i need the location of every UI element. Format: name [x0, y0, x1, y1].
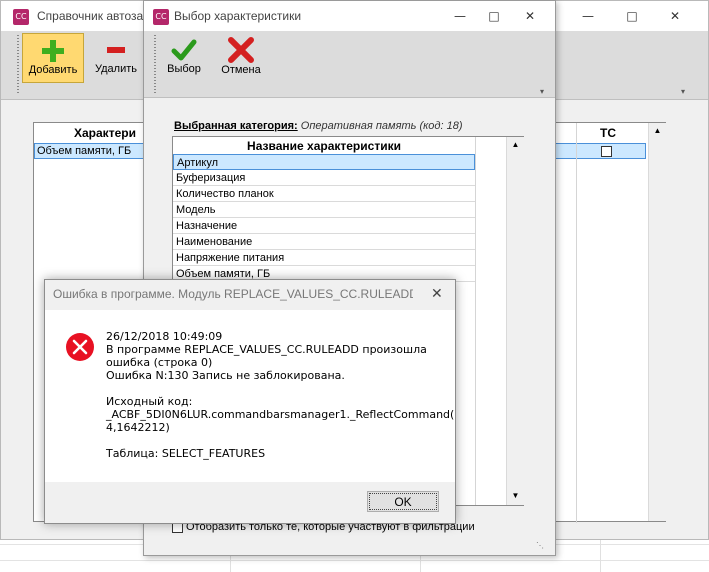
grid-column-divider	[475, 137, 476, 505]
dialog-title-bar: CC Выбор характеристики — □ ✕	[144, 1, 555, 31]
dialog-toolbar-overflow-icon[interactable]: ▾	[540, 87, 544, 96]
error-message-line: 26/12/2018 10:49:09	[106, 330, 223, 343]
error-message-line	[106, 434, 454, 447]
main-window-title: Справочник автоза	[37, 9, 144, 23]
error-message-line: В программе REPLACE_VALUES_CC.RULEADD пр…	[106, 343, 427, 356]
error-message-line: Исходный код:	[106, 395, 193, 408]
dialog-title: Выбор характеристики	[174, 9, 302, 23]
error-close-button[interactable]: ✕	[431, 285, 443, 302]
selected-category: Выбранная категория: Оперативная память …	[174, 120, 463, 132]
characteristic-row[interactable]: Артикул	[173, 154, 475, 170]
error-message-line: 4,1642212)	[106, 421, 170, 434]
minimize-button[interactable]: —	[574, 5, 602, 27]
error-title: Ошибка в программе. Модуль REPLACE_VALUE…	[53, 287, 413, 301]
add-button-label: Добавить	[28, 64, 78, 76]
grid-vertical-scrollbar[interactable]: ▲	[648, 123, 666, 521]
checkmark-icon	[171, 39, 197, 61]
dialog-close-button[interactable]: ✕	[516, 5, 544, 27]
characteristic-row[interactable]: Модель	[173, 202, 475, 218]
error-dialog: Ошибка в программе. Модуль REPLACE_VALUE…	[44, 279, 456, 524]
dialog-minimize-button[interactable]: —	[446, 5, 474, 27]
grid-header-characteristic: Характери	[74, 126, 136, 140]
toolbar-overflow-icon[interactable]: ▾	[681, 87, 685, 96]
grid-ts-checkbox[interactable]	[601, 146, 612, 157]
characteristic-row[interactable]: Назначение	[173, 218, 475, 234]
delete-button[interactable]: Удалить	[89, 33, 143, 83]
characteristic-row[interactable]: Напряжение питания	[173, 250, 475, 266]
dialog-toolbar: Выбор Отмена ▾	[144, 31, 555, 98]
delete-button-label: Удалить	[95, 63, 137, 75]
maximize-button[interactable]: □	[618, 5, 646, 27]
close-button[interactable]: ✕	[661, 5, 689, 27]
scroll-up-icon[interactable]: ▲	[649, 126, 666, 135]
scroll-down-icon[interactable]: ▼	[507, 491, 524, 500]
toolbar-grip[interactable]	[17, 35, 19, 95]
characteristic-row[interactable]: Наименование	[173, 234, 475, 250]
dialog-maximize-button[interactable]: □	[480, 5, 508, 27]
characteristic-row[interactable]: Буферизация	[173, 170, 475, 186]
category-label: Выбранная категория:	[174, 120, 298, 132]
characteristic-row[interactable]: Количество планок	[173, 186, 475, 202]
error-message-line: _ACBF_5DI0N6LUR.commandbarsmanager1._Ref…	[106, 408, 455, 421]
error-body: 26/12/2018 10:49:09 В программе REPLACE_V…	[45, 310, 455, 482]
select-button[interactable]: Выбор	[160, 33, 208, 83]
x-icon	[228, 37, 254, 63]
app-icon: CC	[13, 9, 29, 25]
error-icon	[66, 333, 94, 361]
plus-icon	[42, 40, 64, 62]
cancel-button[interactable]: Отмена	[214, 33, 268, 83]
characteristics-scrollbar[interactable]: ▲ ▼	[506, 137, 524, 505]
select-button-label: Выбор	[167, 63, 201, 75]
ok-button[interactable]: OK	[367, 491, 439, 512]
add-button[interactable]: Добавить	[22, 33, 84, 83]
scroll-up-icon[interactable]: ▲	[507, 140, 524, 149]
error-message-line: ошибка (строка 0)	[106, 356, 213, 369]
error-message: 26/12/2018 10:49:09 В программе REPLACE_V…	[106, 330, 454, 460]
grid-header-ts: ТС	[600, 126, 616, 140]
dialog-app-icon: CC	[153, 9, 169, 25]
error-title-bar: Ошибка в программе. Модуль REPLACE_VALUE…	[45, 280, 455, 310]
cancel-button-label: Отмена	[221, 64, 261, 76]
dialog-toolbar-grip[interactable]	[154, 35, 156, 93]
category-value: Оперативная память (код: 18)	[300, 120, 463, 132]
characteristics-column-header: Название характеристики	[247, 139, 401, 153]
error-message-line	[106, 382, 454, 395]
resize-grip-icon[interactable]: ⋱	[536, 541, 544, 550]
error-message-line: Таблица: SELECT_FEATURES	[106, 447, 266, 460]
grid-cell-characteristic: Объем памяти, ГБ	[37, 145, 132, 157]
minus-icon	[107, 47, 125, 53]
grid-column-divider	[576, 123, 577, 523]
error-message-line: Ошибка N:130 Запись не заблокирована.	[106, 369, 345, 382]
